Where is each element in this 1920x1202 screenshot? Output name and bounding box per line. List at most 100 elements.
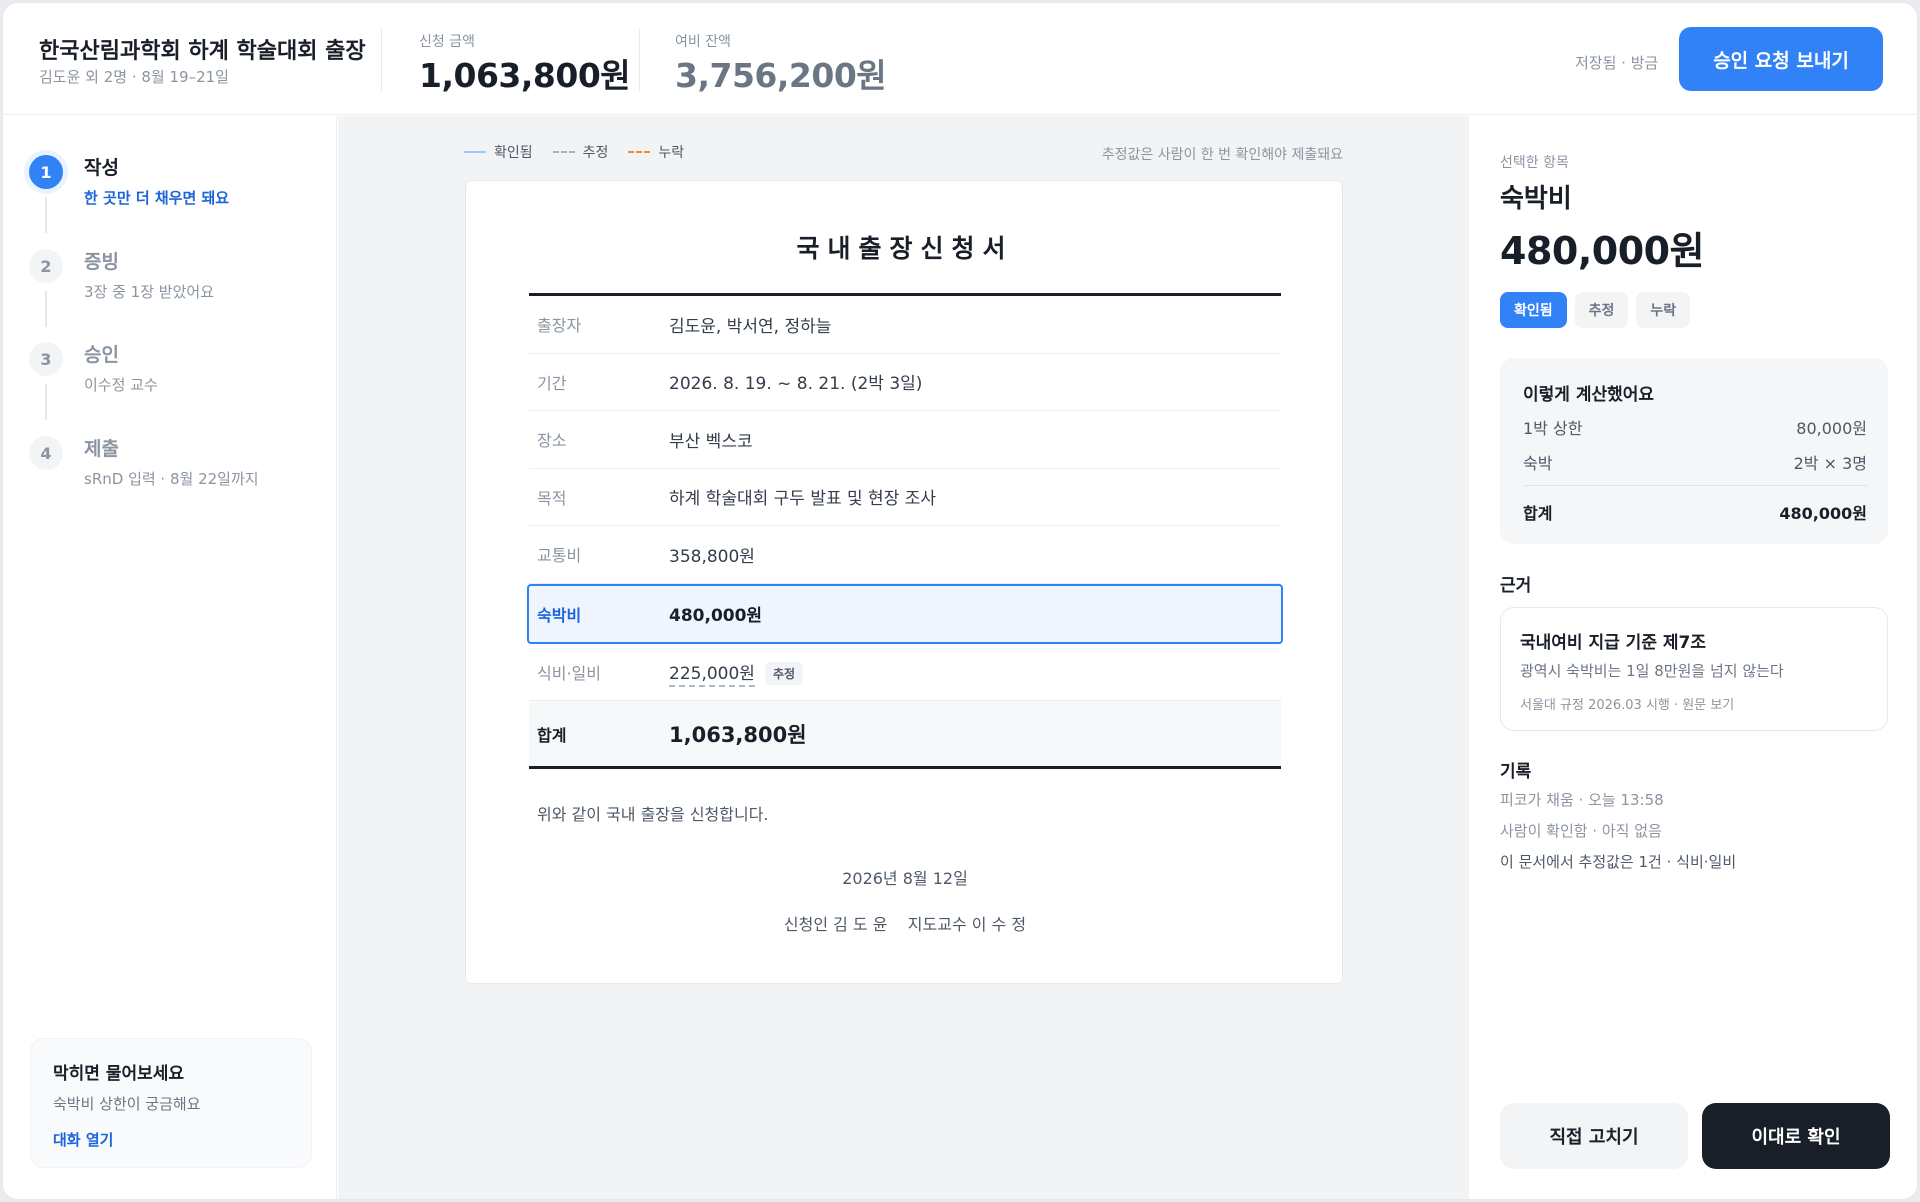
missing-dash-icon: [628, 151, 651, 153]
calc-total-label: 합계: [1523, 504, 1553, 523]
step-number: 1: [29, 155, 63, 189]
step-title: 증빙: [84, 251, 119, 273]
row-label: 장소: [537, 431, 567, 451]
status-chips: 확인됨 추정 누락: [1500, 292, 1691, 328]
form-date: 2026년 8월 12일: [842, 869, 968, 888]
legend-confirmed: 확인됨: [464, 142, 533, 162]
selected-item-amount: 480,000원: [1500, 229, 1705, 273]
header-divider: [381, 29, 382, 91]
step-desc: 이수정 교수: [84, 376, 158, 394]
detail-panel: 선택한 항목 숙박비 480,000원 확인됨 추정 누락 이렇게 계산했어요 …: [1470, 116, 1917, 1199]
form-row-lodging-selected[interactable]: 숙박비 480,000원: [527, 583, 1283, 644]
open-chat-link[interactable]: 대화 열기: [53, 1129, 113, 1150]
log-heading: 기록: [1500, 762, 1532, 782]
step-desc: sRnD 입력 · 8월 22일까지: [84, 470, 259, 488]
requested-amount-label: 신청 금액: [419, 34, 475, 50]
basis-source: 서울대 규정 2026.03 시행 ·: [1520, 698, 1683, 713]
step-connector: [45, 197, 47, 233]
row-value-wrap: 225,000원 추정: [669, 659, 804, 687]
calc-label: 숙박: [1523, 454, 1553, 473]
step-desc: 3장 중 1장 받았어요: [84, 283, 214, 301]
estimated-dash-icon: [552, 151, 575, 153]
help-title: 막히면 물어보세요: [53, 1064, 185, 1084]
step-approval[interactable]: 3 승인 이수정 교수: [29, 340, 329, 420]
calculation-card: 이렇게 계산했어요 1박 상한 80,000원 숙박 2박 × 3명 합계 48…: [1500, 358, 1888, 544]
step-title: 제출: [84, 438, 119, 460]
trip-subtitle: 김도윤 외 2명 · 8월 19–21일: [39, 68, 229, 86]
balance-amount: 3,756,200원: [675, 56, 887, 95]
row-value: 480,000원: [669, 606, 763, 626]
basis-heading: 근거: [1500, 576, 1532, 596]
row-value: 2026. 8. 19. ~ 8. 21. (2박 3일): [669, 374, 923, 395]
legend-estimated: 추정: [552, 142, 609, 162]
estimate-badge: 추정: [764, 662, 804, 685]
basis-title: 국내여비 지급 기준 제7조: [1520, 633, 1706, 653]
selected-item-label: 선택한 항목: [1500, 155, 1569, 171]
row-label: 기간: [537, 373, 567, 393]
step-title: 작성: [84, 157, 119, 179]
view-original-link[interactable]: 원문 보기: [1682, 698, 1734, 713]
form-row-period[interactable]: 기간 2026. 8. 19. ~ 8. 21. (2박 3일): [529, 354, 1281, 411]
form-table: 출장자 김도윤, 박서연, 정하늘 기간 2026. 8. 19. ~ 8. 2…: [527, 293, 1283, 769]
step-write[interactable]: 1 작성 한 곳만 더 채우면 돼요: [29, 153, 329, 233]
calc-title: 이렇게 계산했어요: [1523, 385, 1655, 405]
calc-value: 80,000원: [1796, 419, 1867, 438]
row-label: 교통비: [537, 546, 582, 566]
row-value: 부산 벡스코: [669, 431, 753, 452]
help-card: 막히면 물어보세요 숙박비 상한이 궁금해요 대화 열기: [30, 1038, 312, 1168]
row-value: 하계 학술대회 구두 발표 및 현장 조사: [669, 489, 937, 510]
document-canvas: 확인됨 추정 누락 추정값은 사람이 한 번 확인해야 제출돼요 국내출장신청서…: [338, 116, 1469, 1199]
estimate-note: 추정값은 사람이 한 번 확인해야 제출돼요: [1101, 147, 1343, 163]
calc-value: 2박 × 3명: [1793, 454, 1867, 473]
form-statement: 위와 같이 국내 출장을 신청합니다.: [537, 805, 769, 824]
form-row-transport[interactable]: 교통비 358,800원: [529, 526, 1281, 584]
form-row-meals[interactable]: 식비·일비 225,000원 추정: [529, 644, 1281, 701]
step-title: 승인: [84, 344, 119, 366]
step-number: 2: [29, 249, 63, 283]
row-label: 목적: [537, 488, 567, 508]
form-row-purpose[interactable]: 목적 하계 학술대회 구두 발표 및 현장 조사: [529, 469, 1281, 526]
row-label: 식비·일비: [537, 663, 601, 683]
calc-label: 1박 상한: [1523, 419, 1583, 438]
calc-row: 숙박 2박 × 3명: [1523, 450, 1867, 474]
total-label: 합계: [537, 725, 567, 745]
chip-missing[interactable]: 누락: [1636, 292, 1691, 328]
form-row-total: 합계 1,063,800원: [529, 701, 1281, 769]
help-question: 숙박비 상한이 궁금해요: [53, 1095, 201, 1113]
log-entry: 피코가 채움 · 오늘 13:58: [1500, 791, 1664, 809]
step-connector: [45, 384, 47, 420]
form-row-travelers[interactable]: 출장자 김도윤, 박서연, 정하늘: [529, 296, 1281, 354]
chip-estimated[interactable]: 추정: [1574, 292, 1629, 328]
submit-approval-button[interactable]: 승인 요청 보내기: [1679, 27, 1883, 91]
legend-label: 누락: [658, 145, 685, 161]
row-value: 358,800원: [669, 546, 755, 567]
calc-row: 1박 상한 80,000원: [1523, 415, 1867, 439]
form-row-place[interactable]: 장소 부산 벡스코: [529, 411, 1281, 469]
estimated-value: 225,000원: [669, 663, 755, 687]
calc-divider: [1523, 485, 1867, 486]
step-evidence[interactable]: 2 증빙 3장 중 1장 받았어요: [29, 247, 329, 327]
basis-meta: 서울대 규정 2026.03 시행 · 원문 보기: [1520, 694, 1734, 713]
row-value: 김도윤, 박서연, 정하늘: [669, 316, 832, 337]
legend-label: 확인됨: [494, 145, 533, 161]
requested-amount: 1,063,800원: [419, 56, 631, 95]
step-number: 4: [29, 436, 63, 470]
step-submit[interactable]: 4 제출 sRnD 입력 · 8월 22일까지: [29, 434, 329, 514]
basis-card: 국내여비 지급 기준 제7조 광역시 숙박비는 1일 8만원을 넘지 않는다 서…: [1500, 607, 1888, 731]
header-divider: [639, 29, 640, 91]
total-value: 1,063,800원: [669, 722, 807, 747]
edit-directly-button[interactable]: 직접 고치기: [1500, 1103, 1688, 1169]
legend-label: 추정: [582, 145, 609, 161]
row-label: 출장자: [537, 316, 582, 336]
trip-title: 한국산림과학회 하계 학술대회 출장: [39, 39, 366, 64]
save-status: 저장됨 · 방금: [1575, 54, 1659, 72]
calc-total-value: 480,000원: [1779, 504, 1867, 523]
chip-confirmed[interactable]: 확인됨: [1500, 292, 1567, 328]
legend-missing: 누락: [628, 142, 684, 162]
confirm-as-is-button[interactable]: 이대로 확인: [1702, 1103, 1890, 1169]
steps-sidebar: 1 작성 한 곳만 더 채우면 돼요 2 증빙 3장 중 1장 받았어요 3 승…: [3, 116, 337, 1199]
calc-total-row: 합계 480,000원: [1523, 500, 1867, 524]
step-number: 3: [29, 342, 63, 376]
legend: 확인됨 추정 누락: [464, 142, 684, 162]
step-connector: [45, 291, 47, 327]
